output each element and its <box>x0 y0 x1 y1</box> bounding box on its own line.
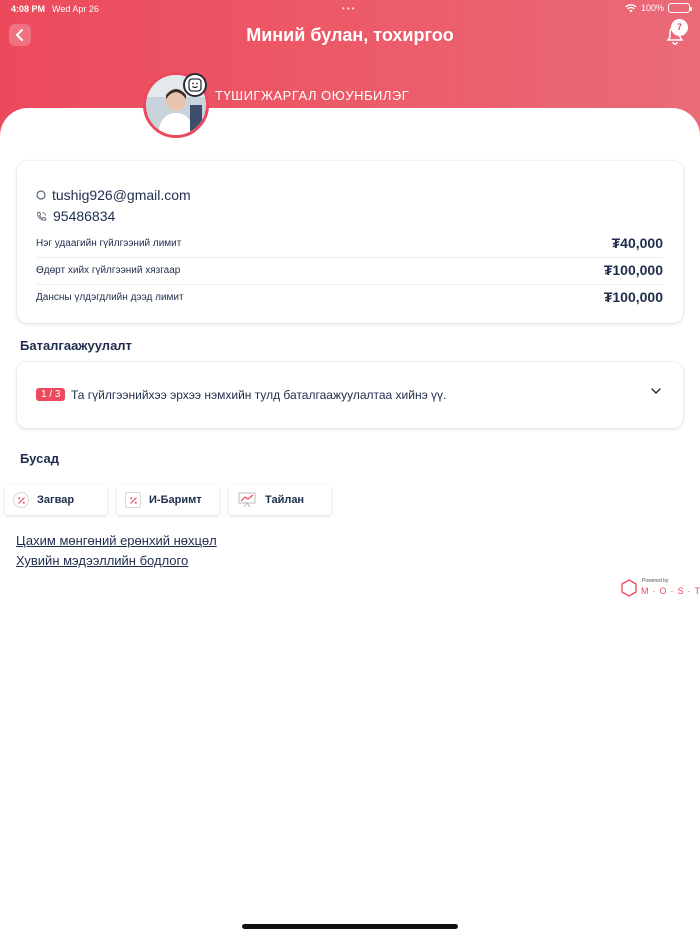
phone-icon <box>37 211 47 221</box>
email-value: tushig926@gmail.com <box>52 187 191 203</box>
verification-step-badge: 1 / 3 <box>36 388 66 401</box>
report-button-label: Тайлан <box>265 494 305 506</box>
limit-row: Дансны үлдэгдлийн дээд лимит ₮100,000 <box>36 289 663 311</box>
privacy-policy-link[interactable]: Хувийн мэдээллийн бодлого <box>16 553 188 568</box>
limit-row: Өдөрт хийх гүйлгээний хязгаар ₮100,000 <box>36 262 663 285</box>
multitask-dots-icon[interactable]: ••• <box>342 4 356 13</box>
status-bar: 4:08 PM Wed Apr 26 ••• 100% <box>0 0 700 18</box>
email-icon <box>36 190 46 200</box>
powered-by-most-logo: Powered by M·O·S·T <box>620 578 700 600</box>
wifi-icon <box>625 3 637 12</box>
phone-row: 95486834 <box>36 208 115 224</box>
verification-message: Та гүйлгээнийхээ эрхээ нэмхийн тулд бата… <box>71 388 447 402</box>
template-button[interactable]: Загвар <box>5 485 107 515</box>
percent-icon <box>13 492 29 508</box>
status-date: Wed Apr 26 <box>52 4 99 14</box>
receipt-icon <box>125 492 141 508</box>
battery-icon <box>668 3 692 13</box>
powered-by-text: Powered by <box>642 578 669 584</box>
status-time: 4:08 PM <box>11 4 46 14</box>
ebarimt-button-label: И-Баримт <box>149 494 202 506</box>
smiley-edit-icon <box>188 78 202 92</box>
home-indicator[interactable] <box>242 924 458 929</box>
email-row: tushig926@gmail.com <box>36 187 191 203</box>
limit-row: Нэг удаагийн гүйлгээний лимит ₮40,000 <box>36 235 663 258</box>
profile-name: ТҮШИГЖАРГАЛ ОЮУНБИЛЭГ <box>215 88 410 103</box>
page-title: Миний булан, тохиргоо <box>246 25 454 45</box>
notification-badge: 7 <box>671 19 688 36</box>
avatar-edit-button[interactable] <box>183 73 207 97</box>
verification-card[interactable]: 1 / 3 Та гүйлгээнийхээ эрхээ нэмхийн тул… <box>17 362 683 428</box>
other-section-title: Бусад <box>20 451 59 466</box>
limit-label: Өдөрт хийх гүйлгээний хязгаар <box>36 264 181 276</box>
most-hexagon-icon <box>621 579 637 597</box>
template-button-label: Загвар <box>37 494 75 506</box>
limit-label: Дансны үлдэгдлийн дээд лимит <box>36 291 184 303</box>
limit-value: ₮100,000 <box>603 289 663 305</box>
report-button[interactable]: Тайлан <box>229 485 331 515</box>
limit-label: Нэг удаагийн гүйлгээний лимит <box>36 237 182 249</box>
chevron-down-icon[interactable] <box>651 388 661 395</box>
account-info-card: tushig926@gmail.com 95486834 Нэг удаагий… <box>17 161 683 323</box>
phone-value: 95486834 <box>53 208 116 224</box>
verification-section-title: Баталгаажуулалт <box>20 338 132 353</box>
battery-percent: 100% <box>640 3 664 13</box>
report-chart-icon <box>237 492 257 508</box>
limit-value: ₮100,000 <box>603 262 663 278</box>
terms-link[interactable]: Цахим мөнгөний ерөнхий нөхцөл <box>16 533 217 548</box>
limit-value: ₮40,000 <box>611 235 663 251</box>
ebarimt-button[interactable]: И-Баримт <box>117 485 219 515</box>
status-right: 100% <box>625 3 692 13</box>
brand-text: M·O·S·T <box>641 586 700 596</box>
